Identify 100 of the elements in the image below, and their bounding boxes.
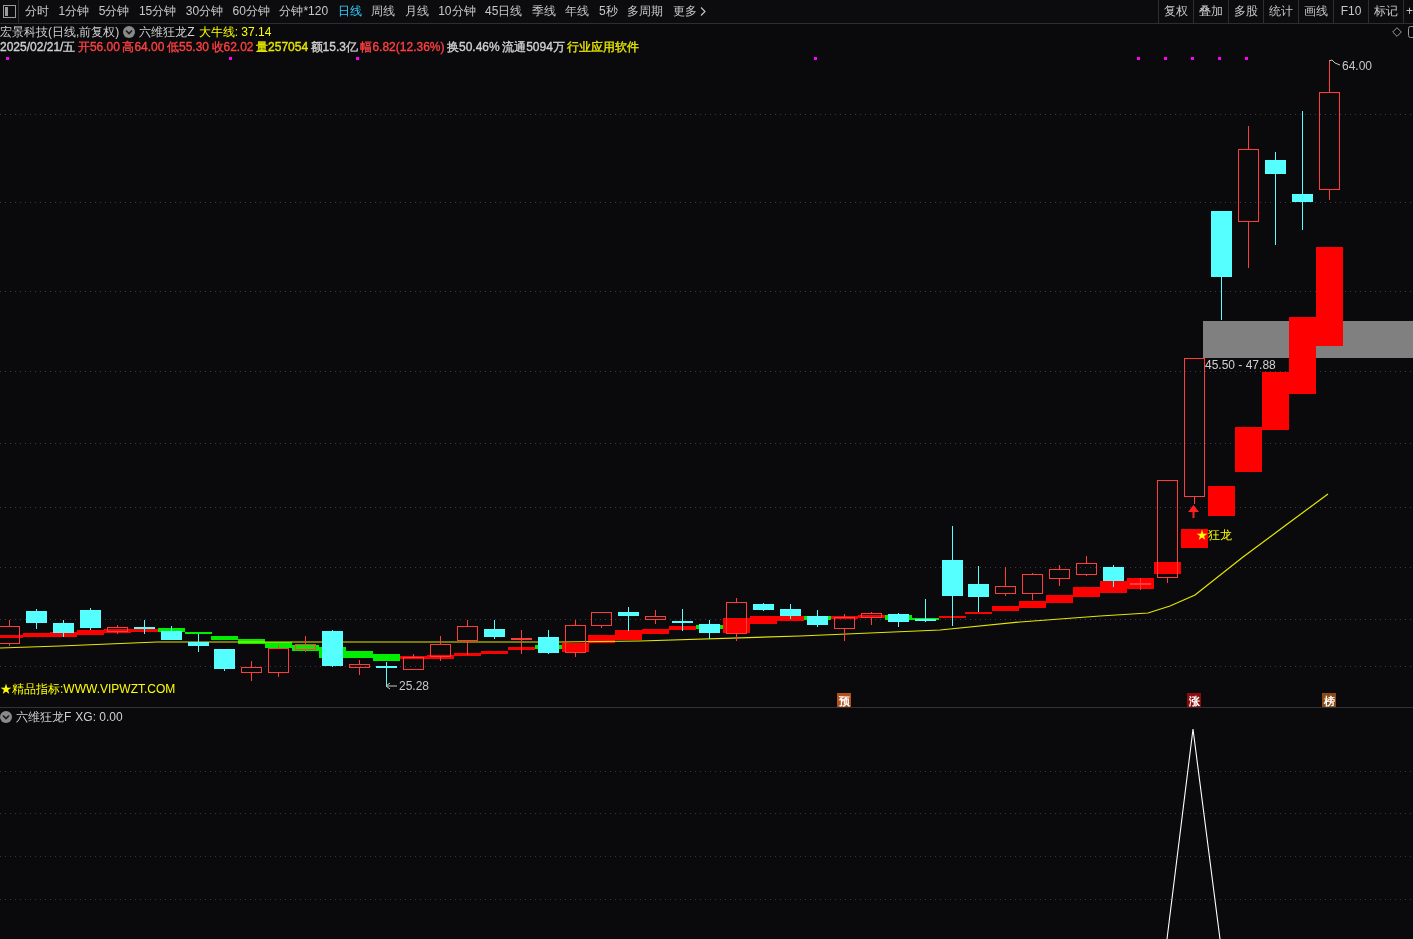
indicator-name: 六维狂龙F [16, 710, 72, 723]
low-price-label: 25.28 [399, 679, 430, 693]
candlestick [430, 635, 451, 662]
zone-label: 45.50 - 47.88 [1205, 358, 1276, 372]
period-tab[interactable]: 季线 [531, 0, 556, 23]
candlestick [241, 660, 262, 682]
tool-button[interactable]: 标记 [1368, 0, 1403, 23]
period-tab[interactable]: 60分钟 [232, 0, 270, 23]
period-tab[interactable]: 1分钟 [58, 0, 90, 23]
candlestick [134, 619, 155, 635]
candlestick [807, 609, 828, 628]
period-tab[interactable]: 5分钟 [98, 0, 130, 23]
indicator-reading: 大牛线: 37.14 [198, 25, 272, 38]
trend-block [1208, 486, 1235, 516]
period-tab[interactable]: 年线 [565, 0, 590, 23]
candlestick [457, 619, 478, 656]
candlestick [107, 624, 128, 635]
tool-button[interactable]: 叠加 [1193, 0, 1228, 23]
tool-button[interactable]: + [1403, 0, 1413, 23]
period-tab[interactable]: 分钟*120 [279, 0, 329, 23]
dropdown-icon[interactable] [123, 25, 136, 38]
chevron-right-icon [699, 7, 706, 16]
period-tab[interactable]: 45日线 [485, 0, 523, 23]
quote-value: 低55.30 [166, 40, 209, 53]
tool-button[interactable]: 统计 [1263, 0, 1298, 23]
candlestick [161, 625, 182, 641]
signal-label: ★狂龙 [1196, 528, 1232, 542]
period-tab[interactable]: 周线 [371, 0, 396, 23]
quote-value: 行业应用软件 [567, 40, 640, 53]
trend-block [1181, 529, 1208, 548]
leader-arrow [385, 682, 398, 690]
candlestick [1022, 572, 1043, 601]
signal-tag: 榜 [1322, 693, 1336, 707]
candlestick [1049, 564, 1070, 587]
candlestick [26, 608, 47, 630]
indicator-name: 六维狂龙Z [139, 25, 195, 38]
dropdown-icon[interactable] [0, 710, 12, 723]
candlestick [861, 611, 882, 626]
diamond-icon[interactable] [1392, 26, 1402, 37]
candlestick [349, 659, 370, 676]
candlestick [699, 619, 720, 640]
quote-value: 开56.00 [77, 40, 120, 53]
trend-block [1100, 581, 1127, 593]
quote-value: 流通5094万 [502, 40, 565, 53]
quote-value: 收62.02 [211, 40, 254, 53]
candlestick [915, 598, 936, 623]
candlestick [376, 661, 397, 686]
candlestick [538, 629, 559, 655]
panel-icon[interactable] [2, 5, 16, 18]
candlestick [618, 606, 639, 632]
period-tab[interactable]: 5秒 [598, 0, 618, 23]
candlestick [995, 566, 1016, 597]
trend-block [1235, 427, 1262, 472]
quote-value: 高64.00 [122, 40, 165, 53]
quote-value: 额15.3亿 [310, 40, 358, 53]
stock-title: 宏景科技(日线,前复权) [0, 25, 120, 38]
quote-value: 换50.46% [447, 40, 500, 53]
candlestick [295, 635, 316, 653]
tool-button[interactable]: 画线 [1298, 0, 1333, 23]
candlestick [403, 653, 424, 671]
promo-text: ★精品指标:WWW.VIPWZT.COM [0, 682, 176, 696]
leader-line [1328, 59, 1341, 66]
candlestick [726, 597, 747, 642]
candlestick [484, 619, 505, 640]
signal-tag: 预 [837, 693, 851, 707]
period-tab[interactable]: 多周期 [627, 0, 664, 23]
period-tab[interactable]: 更多 [672, 0, 706, 23]
candlestick [214, 648, 235, 672]
candlestick [672, 608, 693, 632]
candlestick [780, 603, 801, 620]
candlestick [511, 629, 532, 655]
period-tab[interactable]: 15分钟 [138, 0, 177, 23]
quote-value: 幅6.82(12.36%) [360, 40, 445, 53]
candlestick [188, 633, 209, 653]
candlestick [565, 619, 586, 658]
tool-button[interactable]: F10 [1333, 0, 1368, 23]
candlestick [322, 629, 343, 668]
tool-button[interactable]: 多股 [1228, 0, 1263, 23]
candlestick [968, 565, 989, 613]
indicator-reading: XG: 0.00 [75, 710, 123, 723]
period-tab[interactable]: 月线 [404, 0, 429, 23]
period-tab[interactable]: 日线 [337, 0, 362, 23]
tool-button[interactable]: 复权 [1158, 0, 1193, 23]
period-tab[interactable]: 10分钟 [438, 0, 476, 23]
candlestick [53, 619, 74, 638]
candlestick [591, 612, 612, 629]
candlestick [1103, 564, 1124, 588]
period-tab[interactable]: 分时 [25, 0, 49, 23]
candlestick [753, 602, 774, 612]
trend-block [1262, 372, 1289, 430]
candlestick [1076, 555, 1097, 577]
high-price-label: 64.00 [1342, 59, 1373, 73]
candlestick [834, 613, 855, 642]
period-tab[interactable]: 30分钟 [185, 0, 224, 23]
candlestick [268, 644, 289, 678]
quote-value: 量257054 [256, 40, 309, 53]
candlestick [0, 619, 20, 647]
candlestick [888, 612, 909, 628]
candlestick [645, 609, 666, 625]
signal-tag: 涨 [1187, 693, 1201, 707]
